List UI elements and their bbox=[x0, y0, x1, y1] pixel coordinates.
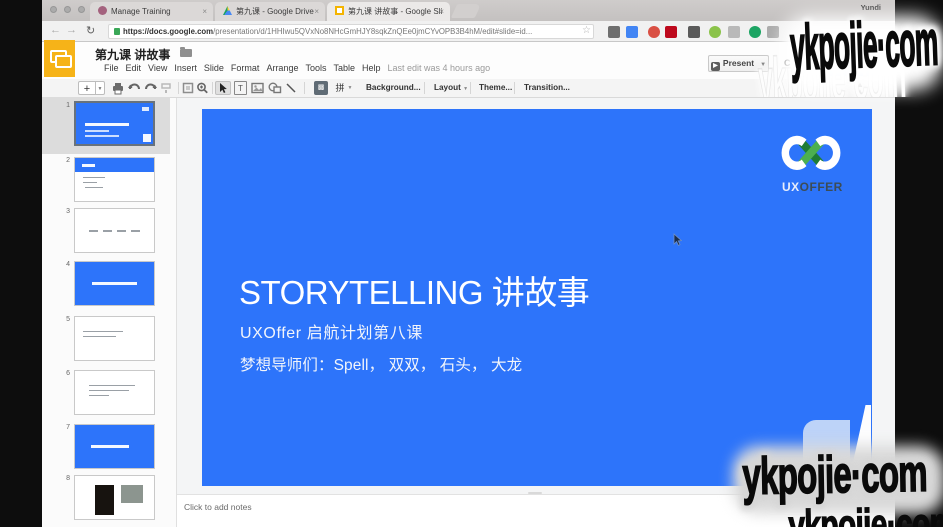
svg-text:UXOFFER: UXOFFER bbox=[782, 180, 843, 194]
